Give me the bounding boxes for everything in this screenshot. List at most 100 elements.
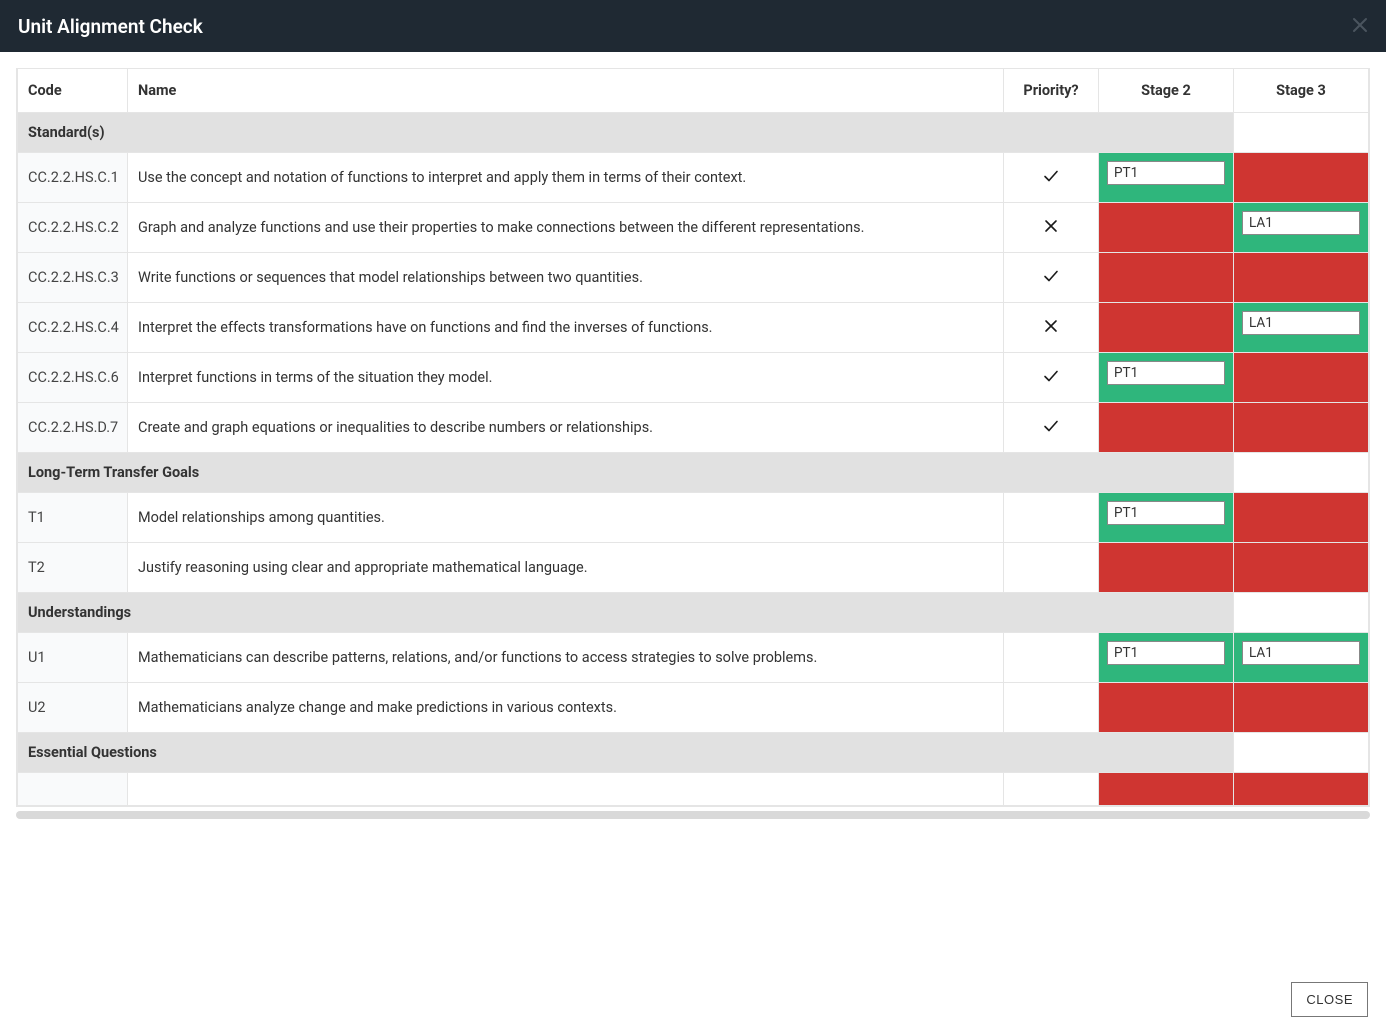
stage-cell-stage2: PT1 — [1099, 633, 1234, 683]
stage-cell-stage2 — [1099, 773, 1234, 806]
cell-priority — [1004, 203, 1099, 253]
stage-cell-stage3 — [1234, 253, 1369, 303]
cell-name: Justify reasoning using clear and approp… — [128, 543, 1004, 593]
cell-name: Use the concept and notation of function… — [128, 153, 1004, 203]
cell-priority — [1004, 773, 1099, 806]
stage-cell-stage2 — [1099, 403, 1234, 453]
table-row: T1 Model relationships among quantities.… — [18, 493, 1369, 543]
alignment-chip[interactable]: PT1 — [1107, 641, 1225, 665]
stage-cell-stage3 — [1234, 773, 1369, 806]
alignment-chip[interactable]: LA1 — [1242, 311, 1360, 335]
col-header-stage2: Stage 2 — [1099, 69, 1234, 113]
modal-body: Code Name Priority? Stage 2 Stage 3 Stan… — [0, 52, 1386, 968]
check-icon — [1043, 418, 1059, 438]
alignment-chip[interactable]: PT1 — [1107, 161, 1225, 185]
cell-priority — [1004, 493, 1099, 543]
stage-cell-stage3: LA1 — [1234, 303, 1369, 353]
horizontal-scrollbar[interactable] — [16, 811, 1370, 819]
cell-name: Graph and analyze functions and use thei… — [128, 203, 1004, 253]
stage-cell-stage2: PT1 — [1099, 153, 1234, 203]
section-header-row: Standard(s) — [18, 113, 1369, 153]
cell-code: U2 — [18, 683, 128, 733]
section-header-label: Long-Term Transfer Goals — [18, 453, 1234, 493]
table-row: U2 Mathematicians analyze change and mak… — [18, 683, 1369, 733]
section-header-spacer — [1234, 733, 1369, 773]
section-header-spacer — [1234, 113, 1369, 153]
cell-code: CC.2.2.HS.C.2 — [18, 203, 128, 253]
stage-cell-stage3 — [1234, 403, 1369, 453]
cell-name: Mathematicians analyze change and make p… — [128, 683, 1004, 733]
section-header-spacer — [1234, 593, 1369, 633]
stage-cell-stage3: LA1 — [1234, 633, 1369, 683]
stage-cell-stage2: PT1 — [1099, 353, 1234, 403]
modal-unit-alignment-check: Unit Alignment Check Code Name Priority?… — [0, 0, 1386, 1031]
section-header-row: Understandings — [18, 593, 1369, 633]
section-header-label: Standard(s) — [18, 113, 1234, 153]
stage-cell-stage2 — [1099, 543, 1234, 593]
section-header-row: Essential Questions — [18, 733, 1369, 773]
alignment-table: Code Name Priority? Stage 2 Stage 3 Stan… — [17, 68, 1369, 806]
check-icon — [1043, 368, 1059, 388]
close-icon[interactable] — [1352, 14, 1368, 38]
stage-cell-stage2 — [1099, 303, 1234, 353]
cell-name: Write functions or sequences that model … — [128, 253, 1004, 303]
table-row: CC.2.2.HS.C.4 Interpret the effects tran… — [18, 303, 1369, 353]
col-header-code: Code — [18, 69, 128, 113]
cell-priority — [1004, 153, 1099, 203]
table-row: CC.2.2.HS.C.2 Graph and analyze function… — [18, 203, 1369, 253]
section-header-row: Long-Term Transfer Goals — [18, 453, 1369, 493]
modal-footer: CLOSE — [0, 968, 1386, 1031]
stage-cell-stage3 — [1234, 153, 1369, 203]
alignment-chip[interactable]: PT1 — [1107, 501, 1225, 525]
alignment-chip[interactable]: LA1 — [1242, 211, 1360, 235]
table-row: CC.2.2.HS.C.1 Use the concept and notati… — [18, 153, 1369, 203]
section-header-spacer — [1234, 453, 1369, 493]
cell-name: Interpret functions in terms of the situ… — [128, 353, 1004, 403]
alignment-chip[interactable]: PT1 — [1107, 361, 1225, 385]
cell-name — [128, 773, 1004, 806]
cross-icon — [1044, 219, 1058, 237]
col-header-priority: Priority? — [1004, 69, 1099, 113]
cell-priority — [1004, 403, 1099, 453]
stage-cell-stage2 — [1099, 253, 1234, 303]
table-body: Standard(s) CC.2.2.HS.C.1 Use the concep… — [18, 113, 1369, 806]
cell-code — [18, 773, 128, 806]
check-icon — [1043, 268, 1059, 288]
cell-code: CC.2.2.HS.C.3 — [18, 253, 128, 303]
table-row — [18, 773, 1369, 806]
close-button[interactable]: CLOSE — [1291, 982, 1368, 1017]
cell-priority — [1004, 543, 1099, 593]
cell-name: Interpret the effects transformations ha… — [128, 303, 1004, 353]
section-header-label: Essential Questions — [18, 733, 1234, 773]
col-header-name: Name — [128, 69, 1004, 113]
stage-cell-stage3 — [1234, 353, 1369, 403]
stage-cell-stage2 — [1099, 683, 1234, 733]
check-icon — [1043, 168, 1059, 188]
stage-cell-stage3 — [1234, 543, 1369, 593]
cell-name: Create and graph equations or inequaliti… — [128, 403, 1004, 453]
table-row: CC.2.2.HS.C.3 Write functions or sequenc… — [18, 253, 1369, 303]
stage-cell-stage2: PT1 — [1099, 493, 1234, 543]
cell-code: CC.2.2.HS.C.1 — [18, 153, 128, 203]
stage-cell-stage3 — [1234, 683, 1369, 733]
cell-code: U1 — [18, 633, 128, 683]
alignment-chip[interactable]: LA1 — [1242, 641, 1360, 665]
stage-cell-stage3: LA1 — [1234, 203, 1369, 253]
table-row: U1 Mathematicians can describe patterns,… — [18, 633, 1369, 683]
modal-header: Unit Alignment Check — [0, 0, 1386, 52]
cell-code: CC.2.2.HS.C.4 — [18, 303, 128, 353]
modal-title: Unit Alignment Check — [18, 15, 203, 38]
cell-name: Mathematicians can describe patterns, re… — [128, 633, 1004, 683]
cell-priority — [1004, 683, 1099, 733]
alignment-table-wrap[interactable]: Code Name Priority? Stage 2 Stage 3 Stan… — [16, 68, 1370, 807]
stage-cell-stage3 — [1234, 493, 1369, 543]
stage-cell-stage2 — [1099, 203, 1234, 253]
cell-priority — [1004, 633, 1099, 683]
cell-priority — [1004, 253, 1099, 303]
cell-priority — [1004, 303, 1099, 353]
cell-name: Model relationships among quantities. — [128, 493, 1004, 543]
cell-code: T1 — [18, 493, 128, 543]
table-row: T2 Justify reasoning using clear and app… — [18, 543, 1369, 593]
cell-code: CC.2.2.HS.D.7 — [18, 403, 128, 453]
col-header-stage3: Stage 3 — [1234, 69, 1369, 113]
